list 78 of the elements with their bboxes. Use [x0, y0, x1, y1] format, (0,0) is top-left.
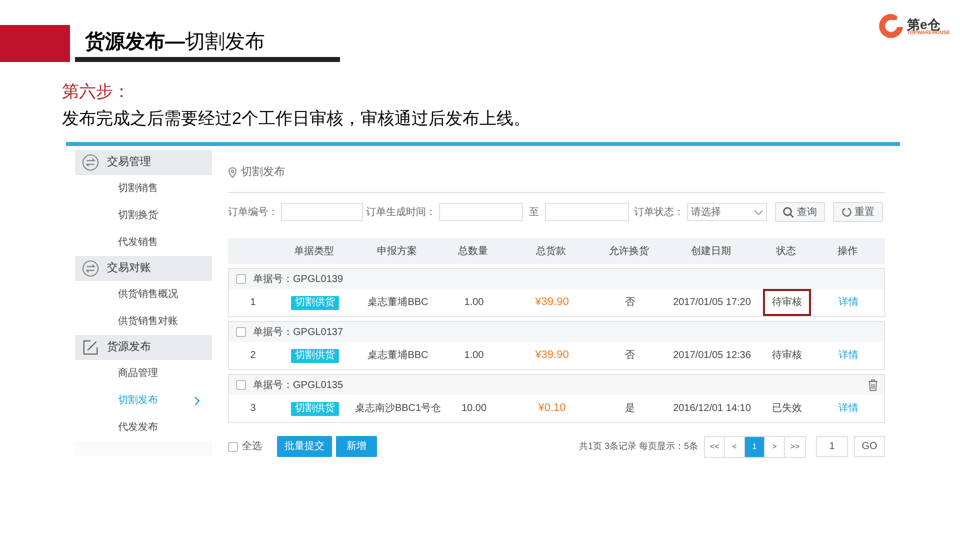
row-index: 2	[249, 349, 257, 363]
exchange-cell-text: 否	[624, 296, 636, 310]
search-button[interactable]: 查询	[775, 202, 825, 222]
plan-cell-text: 桌志董埔BBC	[366, 296, 430, 310]
status-select[interactable]: 请选择	[687, 203, 767, 222]
caret-icon	[754, 210, 763, 215]
edit-icon	[82, 339, 99, 356]
sidebar-item[interactable]: 供货销售概况	[75, 281, 212, 308]
type-tag: 切割供货	[291, 348, 339, 362]
field-label: 订单编号：	[228, 206, 278, 220]
exchange-cell-text: 否	[624, 349, 636, 363]
pagination-summary: 共1页 3条记录 每页显示：5条	[578, 440, 698, 453]
sidebar-item[interactable]: 供货销售对账	[75, 308, 212, 335]
trash-icon[interactable]	[868, 379, 878, 391]
sidebar-group-header[interactable]: 交易对账	[75, 256, 212, 281]
slide-title: 货源发布—切割发布	[85, 31, 265, 53]
date-cell-text: 2017/01/05 12:36	[672, 349, 752, 363]
plan-cell-text: 桌志南沙BBC1号仓	[354, 402, 442, 416]
sidebar-item[interactable]: 代发发布	[75, 414, 212, 441]
step-description: 发布完成之后需要经过2个工作日审核，审核通过后发布上线。	[62, 108, 532, 130]
order-number: 单据号：GPGL0139	[253, 272, 344, 286]
column-header: 允许换货	[608, 244, 650, 259]
page-title: 切割发布	[241, 164, 285, 180]
column-header: 申报方案	[376, 244, 418, 259]
reset-button[interactable]: 重置	[833, 202, 883, 222]
row-index: 1	[249, 296, 257, 310]
sidebar-item[interactable]: 切割换货	[75, 202, 212, 229]
quantity-cell-text: 1.00	[463, 296, 485, 310]
row-index: 3	[249, 402, 257, 416]
column-header: 单据类型	[293, 244, 335, 259]
quantity-cell-text: 10.00	[460, 402, 488, 416]
page-number-field[interactable]: 1	[816, 436, 848, 457]
status-cell: 待审核	[763, 289, 811, 316]
date-cell-text: 2016/12/01 14:10	[672, 402, 752, 416]
select-all-label: 全选	[242, 440, 262, 454]
checkbox[interactable]	[236, 274, 246, 284]
sidebar-group-header[interactable]: 交易管理	[75, 150, 212, 175]
range-separator: 至	[528, 206, 540, 220]
chevron-right-icon	[194, 396, 200, 406]
column-header: 总数量	[457, 244, 489, 259]
column-header: 创建日期	[690, 244, 732, 259]
order-number-field[interactable]	[281, 203, 363, 222]
swap-icon	[82, 154, 99, 171]
sidebar-item[interactable]: 代发销售	[75, 229, 212, 256]
checkbox[interactable]	[236, 327, 246, 337]
quantity-cell-text: 1.00	[463, 349, 485, 363]
date-to-field[interactable]	[545, 203, 629, 222]
search-icon	[783, 206, 794, 218]
checkbox[interactable]	[228, 442, 238, 452]
sidebar-group-header[interactable]: 货源发布	[75, 335, 212, 360]
column-header: 总货款	[535, 244, 567, 259]
logo-name: 第e仓	[907, 18, 940, 31]
order-number: 单据号：GPGL0137	[253, 326, 344, 340]
amount-cell-text: ¥0.10	[537, 401, 567, 416]
location-pin-icon	[228, 167, 237, 178]
checkbox[interactable]	[236, 380, 246, 390]
amount-cell-text: ¥39.90	[534, 295, 570, 310]
title-accent-block	[0, 25, 70, 62]
date-cell-text: 2017/01/05 17:20	[672, 296, 752, 310]
type-tag: 切割供货	[291, 402, 339, 416]
sidebar-item[interactable]: 商品管理	[75, 360, 212, 387]
status-cell-text: 待审核	[771, 348, 803, 363]
amount-cell-text: ¥39.90	[534, 348, 570, 364]
field-label: 订单生成时间：	[366, 206, 436, 220]
type-tag: 切割供货	[291, 296, 339, 310]
sidebar-item[interactable]: 切割销售	[75, 175, 212, 202]
step-label: 第六步：	[62, 81, 131, 103]
order-number: 单据号：GPGL0135	[253, 378, 344, 392]
go-button[interactable]: GO	[854, 436, 885, 457]
exchange-cell-text: 是	[624, 402, 636, 416]
field-label: 订单状态：	[634, 206, 684, 220]
swap-icon	[82, 260, 99, 277]
refresh-icon	[842, 207, 852, 218]
column-header: 操作	[836, 244, 858, 259]
date-from-field[interactable]	[439, 203, 523, 222]
status-cell-text: 已失效	[771, 402, 803, 416]
plan-cell-text: 桌志董埔BBC	[366, 348, 430, 363]
column-header: 状态	[775, 244, 797, 259]
